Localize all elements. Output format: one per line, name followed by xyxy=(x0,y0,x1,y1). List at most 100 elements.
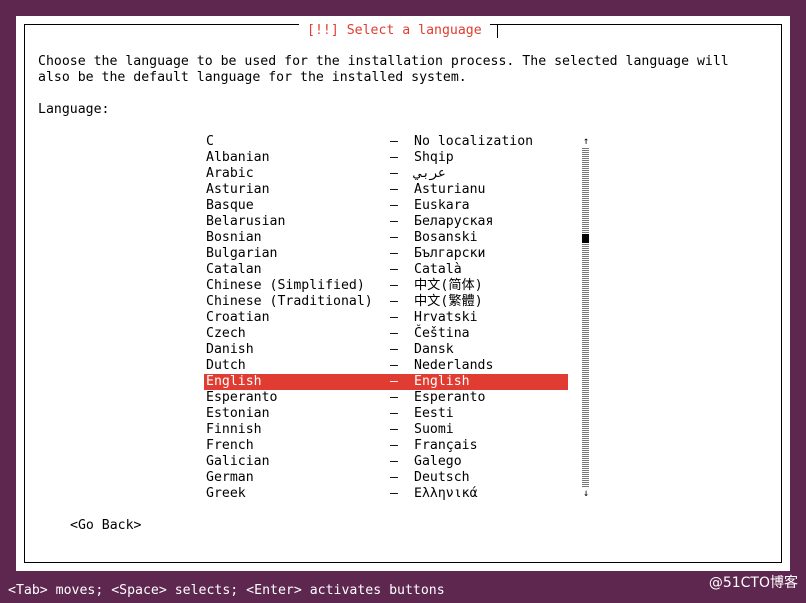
go-back-button[interactable]: <Go Back> xyxy=(70,518,141,534)
language-option[interactable]: Chinese (Simplified) – 中文(简体) xyxy=(204,278,568,294)
language-native-name: 中文(简体) xyxy=(414,278,483,293)
language-option[interactable]: French – Français xyxy=(204,438,568,454)
intro-text-line-2: also be the default language for the ins… xyxy=(38,70,467,85)
language-label: Language: xyxy=(38,102,110,117)
language-option[interactable]: Estonian – Eesti xyxy=(204,406,568,422)
language-name: Albanian xyxy=(206,150,270,165)
language-option[interactable]: C – No localization xyxy=(204,134,568,150)
language-option[interactable]: German – Deutsch xyxy=(204,470,568,486)
language-native-name: Bosanski xyxy=(414,230,478,245)
language-separator: – xyxy=(390,214,398,229)
language-name: Arabic xyxy=(206,166,254,181)
language-option[interactable]: Croatian – Hrvatski xyxy=(204,310,568,326)
dialog-title: [!!] Select a language xyxy=(299,23,490,39)
language-list[interactable]: C – No localization Albanian – Shqip Arabic – عر… xyxy=(204,134,568,502)
scrollbar-thumb[interactable] xyxy=(582,234,589,243)
language-separator: – xyxy=(390,438,398,453)
language-native-name: 中文(繁體) xyxy=(414,294,483,309)
language-name: Asturian xyxy=(206,182,270,197)
language-name: Dutch xyxy=(206,358,246,373)
language-separator: – xyxy=(390,246,398,261)
scrollbar-track[interactable] xyxy=(582,148,589,488)
language-native-name: Català xyxy=(414,262,462,277)
language-list-scrollbar[interactable]: ↑ ↓ xyxy=(580,136,592,500)
language-separator: – xyxy=(390,390,398,405)
language-option[interactable]: Belarusian – Беларуская xyxy=(204,214,568,230)
language-native-name: English xyxy=(414,374,470,389)
language-native-name: Dansk xyxy=(414,342,454,357)
language-name: Esperanto xyxy=(206,390,278,405)
language-separator: – xyxy=(390,358,398,373)
language-native-name: Asturianu xyxy=(414,182,486,197)
language-option[interactable]: Danish – Dansk xyxy=(204,342,568,358)
language-native-name: Esperanto xyxy=(414,390,486,405)
status-bar: <Tab> moves; <Space> selects; <Enter> ac… xyxy=(8,583,445,598)
language-dialog: [!!] Select a language Choose the langua… xyxy=(16,16,790,571)
language-name: Estonian xyxy=(206,406,270,421)
language-native-name: Български xyxy=(414,246,486,261)
language-option[interactable]: Greek – Ελληνικά xyxy=(204,486,568,502)
language-name: Chinese (Simplified) xyxy=(206,278,365,293)
language-native-name: Français xyxy=(414,438,478,453)
arrow-up-icon[interactable]: ↑ xyxy=(580,136,592,148)
language-native-name: Čeština xyxy=(414,326,470,341)
language-separator: – xyxy=(390,182,398,197)
language-native-name: No localization xyxy=(414,134,534,149)
language-option[interactable]: Galician – Galego xyxy=(204,454,568,470)
language-separator: – xyxy=(390,422,398,437)
language-separator: – xyxy=(390,278,398,293)
language-name: French xyxy=(206,438,254,453)
language-option[interactable]: Bulgarian – Български xyxy=(204,246,568,262)
language-option-selected[interactable]: English – English xyxy=(204,374,568,390)
language-separator: – xyxy=(390,166,398,181)
language-separator: – xyxy=(390,454,398,469)
language-separator: – xyxy=(390,406,398,421)
language-separator: – xyxy=(390,374,398,389)
language-name: Croatian xyxy=(206,310,270,325)
language-name: German xyxy=(206,470,254,485)
language-native-name: Deutsch xyxy=(414,470,470,485)
language-option[interactable]: Catalan – Català xyxy=(204,262,568,278)
language-separator: – xyxy=(390,150,398,165)
language-option[interactable]: Basque – Euskara xyxy=(204,198,568,214)
language-native-name: Eesti xyxy=(414,406,454,421)
language-option[interactable]: Czech – Čeština xyxy=(204,326,568,342)
language-option[interactable]: Albanian – Shqip xyxy=(204,150,568,166)
language-native-name: Galego xyxy=(414,454,462,469)
language-native-name: Ελληνικά xyxy=(414,486,478,501)
language-name: Danish xyxy=(206,342,254,357)
language-name: Bulgarian xyxy=(206,246,278,261)
language-name: English xyxy=(206,374,262,389)
language-name: Galician xyxy=(206,454,270,469)
watermark: @51CTO博客 xyxy=(708,575,798,591)
language-separator: – xyxy=(390,294,398,309)
language-name: Belarusian xyxy=(206,214,286,229)
language-option[interactable]: Finnish – Suomi xyxy=(204,422,568,438)
language-separator: – xyxy=(390,342,398,357)
language-option[interactable]: Esperanto – Esperanto xyxy=(204,390,568,406)
language-option[interactable]: Chinese (Traditional) – 中文(繁體) xyxy=(204,294,568,310)
language-native-name: Euskara xyxy=(414,198,470,213)
language-native-name: Беларуская xyxy=(414,214,494,229)
language-separator: – xyxy=(390,486,398,501)
language-name: Bosnian xyxy=(206,230,262,245)
language-name: Basque xyxy=(206,198,254,213)
language-native-name: عربي xyxy=(414,166,446,181)
language-separator: – xyxy=(390,134,398,149)
language-option[interactable]: Asturian – Asturianu xyxy=(204,182,568,198)
language-name: Greek xyxy=(206,486,246,501)
language-native-name: Hrvatski xyxy=(414,310,478,325)
language-separator: – xyxy=(390,198,398,213)
language-option[interactable]: Dutch – Nederlands xyxy=(204,358,568,374)
language-native-name: Nederlands xyxy=(414,358,494,373)
language-option[interactable]: Bosnian – Bosanski xyxy=(204,230,568,246)
title-rule-right xyxy=(497,24,498,38)
language-separator: – xyxy=(390,470,398,485)
intro-text-line-1: Choose the language to be used for the i… xyxy=(38,54,729,69)
language-native-name: Suomi xyxy=(414,422,454,437)
language-name: Czech xyxy=(206,326,246,341)
language-name: Finnish xyxy=(206,422,262,437)
arrow-down-icon[interactable]: ↓ xyxy=(580,488,592,500)
language-separator: – xyxy=(390,310,398,325)
language-option[interactable]: Arabic – عربي xyxy=(204,166,568,182)
